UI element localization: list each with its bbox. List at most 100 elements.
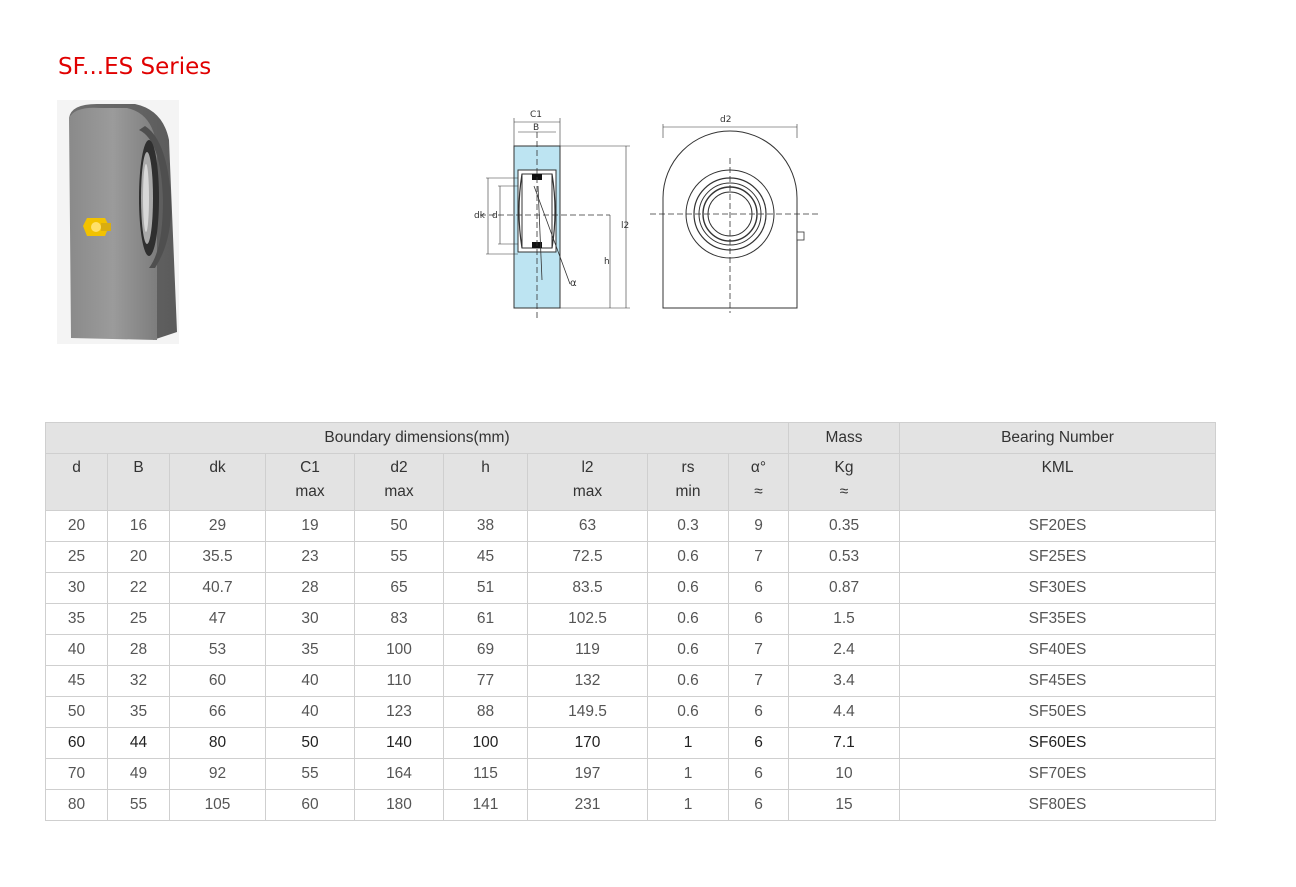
table-cell: SF45ES xyxy=(899,665,1217,697)
table-cell: 30 xyxy=(265,603,355,635)
table-cell: 35 xyxy=(265,634,355,666)
table-cell: 60 xyxy=(265,789,355,821)
table-cell: 6 xyxy=(727,603,790,635)
column-header-row: d Bdk C1 max d2 max h l2 max rs min α° ≈ Kg ≈ KML xyxy=(45,453,1217,511)
table-cell: SF30ES xyxy=(899,572,1217,604)
table-cell: SF20ES xyxy=(899,510,1217,542)
column-header-name: l2 xyxy=(581,459,594,476)
table-cell: 50 xyxy=(354,510,444,542)
table-cell: SF70ES xyxy=(899,758,1217,790)
table-cell: 140 xyxy=(354,727,444,759)
table-cell: 123 xyxy=(354,696,444,728)
column-header: d xyxy=(45,453,108,511)
table-cell: 72.5 xyxy=(527,541,648,573)
table-cell: 38 xyxy=(443,510,528,542)
table-row: 60 44 80 50 140 100 170 1 6 7.1 SF60ES xyxy=(45,727,1217,759)
table-cell: 55 xyxy=(354,541,444,573)
table-cell: 44 xyxy=(107,727,170,759)
table-cell: 80 xyxy=(169,727,266,759)
table-cell: 35 xyxy=(107,696,170,728)
table-cell: 102.5 xyxy=(527,603,648,635)
table-cell: 6 xyxy=(727,758,790,790)
table-cell: 115 xyxy=(443,758,528,790)
table-cell: 80 xyxy=(45,789,108,821)
table-cell: SF25ES xyxy=(899,541,1217,573)
table-cell: 60 xyxy=(45,727,108,759)
table-row: 45 32 60 40 110 77 132 0.6 7 3.4 SF45ES xyxy=(45,665,1217,697)
table-cell: 110 xyxy=(354,665,444,697)
dk-label: dk xyxy=(474,211,486,221)
front-view-drawing: d2 xyxy=(650,115,818,313)
column-header: h xyxy=(443,453,528,511)
table-cell: 32 xyxy=(107,665,170,697)
table-cell: 49 xyxy=(107,758,170,790)
table-cell: 0.6 xyxy=(647,634,729,666)
table-cell: 63 xyxy=(527,510,648,542)
column-header-name: dk xyxy=(209,459,226,476)
table-cell: 35.5 xyxy=(169,541,266,573)
table-cell: 119 xyxy=(527,634,648,666)
mass-header: Mass xyxy=(788,422,901,454)
table-cell: 28 xyxy=(265,572,355,604)
table-cell: 29 xyxy=(169,510,266,542)
column-header: dk xyxy=(169,453,266,511)
table-cell: 10 xyxy=(788,758,901,790)
table-cell: 50 xyxy=(265,727,355,759)
table-cell: SF80ES xyxy=(899,789,1217,821)
table-cell: 20 xyxy=(45,510,108,542)
column-header-name: rs xyxy=(681,459,695,476)
table-cell: 66 xyxy=(169,696,266,728)
alpha-label: α xyxy=(570,278,577,289)
bearing-number-header: Bearing Number xyxy=(899,422,1217,454)
table-cell: 30 xyxy=(45,572,108,604)
column-header: l2 max xyxy=(527,453,648,511)
table-cell: SF40ES xyxy=(899,634,1217,666)
table-row: 40 28 53 35 100 69 119 0.6 7 2.4 SF40ES xyxy=(45,634,1217,666)
column-header-sub: max xyxy=(572,483,603,500)
table-cell: 16 xyxy=(107,510,170,542)
table-cell: 25 xyxy=(45,541,108,573)
page-title: SF...ES Series xyxy=(58,54,212,80)
table-cell: 4.4 xyxy=(788,696,901,728)
table-cell: SF50ES xyxy=(899,696,1217,728)
table-cell: 40 xyxy=(265,665,355,697)
table-row: 20 16 29 19 50 38 63 0.3 9 0.35 SF20ES xyxy=(45,510,1217,542)
table-cell: 22 xyxy=(107,572,170,604)
table-cell: 28 xyxy=(107,634,170,666)
b-label: B xyxy=(533,123,539,133)
table-cell: 2.4 xyxy=(788,634,901,666)
table-cell: 6 xyxy=(727,572,790,604)
table-cell: SF60ES xyxy=(899,727,1217,759)
table-row: 70 49 92 55 164 115 197 1 6 10 SF70ES xyxy=(45,758,1217,790)
table-cell: 3.4 xyxy=(788,665,901,697)
rod-end-product-photo xyxy=(57,100,179,344)
table-cell: 141 xyxy=(443,789,528,821)
table-cell: 45 xyxy=(45,665,108,697)
table-cell: 40 xyxy=(45,634,108,666)
table-cell: 0.3 xyxy=(647,510,729,542)
table-cell: 7 xyxy=(727,541,790,573)
table-cell: 0.6 xyxy=(647,572,729,604)
h-label: h xyxy=(604,257,610,267)
column-header: d2 max xyxy=(354,453,444,511)
column-header: C1 max xyxy=(265,453,355,511)
table-cell: 7 xyxy=(727,665,790,697)
column-header-sub: ≈ xyxy=(839,483,849,500)
table-cell: 7.1 xyxy=(788,727,901,759)
table-cell: 1.5 xyxy=(788,603,901,635)
table-cell: 51 xyxy=(443,572,528,604)
table-cell: 40 xyxy=(265,696,355,728)
table-cell: 45 xyxy=(443,541,528,573)
table-cell: 83.5 xyxy=(527,572,648,604)
table-cell: 0.53 xyxy=(788,541,901,573)
table-cell: 15 xyxy=(788,789,901,821)
table-cell: 25 xyxy=(107,603,170,635)
table-cell: 9 xyxy=(727,510,790,542)
column-header-name: Kg xyxy=(834,459,854,476)
table-cell: 197 xyxy=(527,758,648,790)
table-cell: 65 xyxy=(354,572,444,604)
table-cell: 132 xyxy=(527,665,648,697)
column-header: B xyxy=(107,453,170,511)
d-label: d xyxy=(492,211,498,221)
table-cell: 70 xyxy=(45,758,108,790)
